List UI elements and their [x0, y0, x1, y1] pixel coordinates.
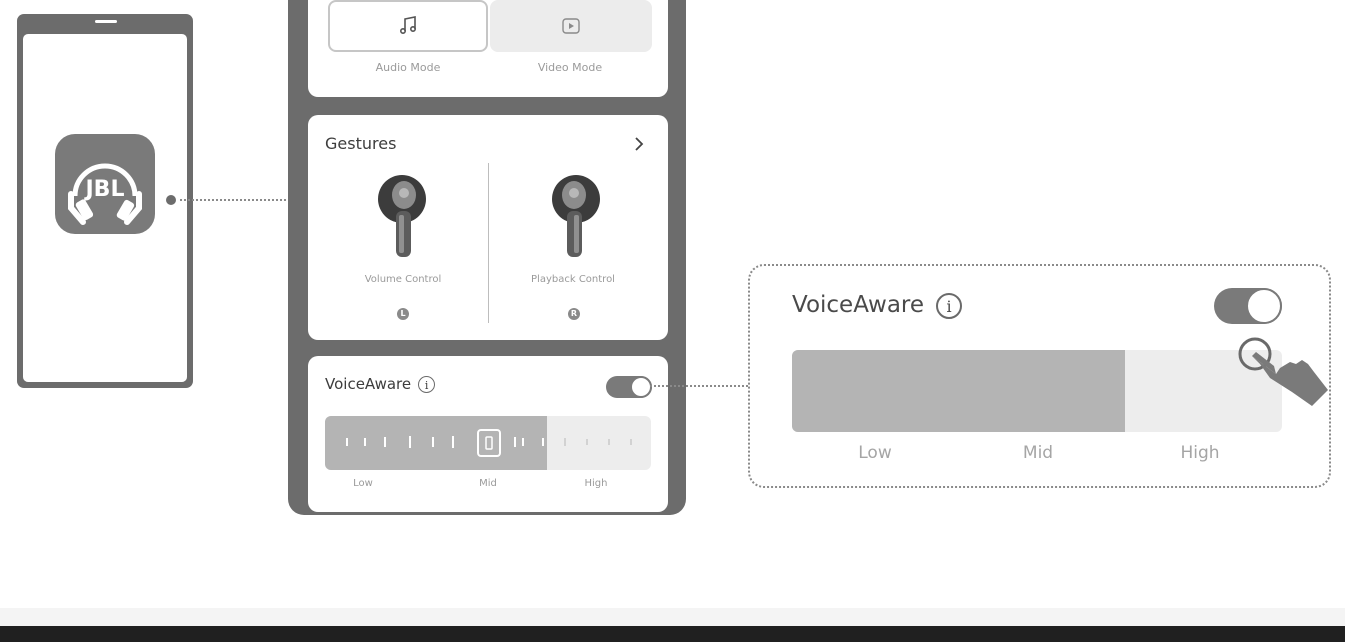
left-side-badge: L: [397, 308, 409, 320]
callout-level-mid: Mid: [1022, 443, 1054, 463]
callout-title-row: VoiceAware i: [792, 292, 963, 319]
voiceaware-title: VoiceAware: [325, 375, 412, 393]
callout-level-high: High: [1180, 443, 1220, 463]
callout-toggle[interactable]: [1214, 288, 1282, 324]
voiceaware-title-row: VoiceAware i: [325, 375, 436, 393]
callout-slider-fill: [792, 350, 1126, 432]
level-low-label: Low: [353, 478, 373, 489]
right-side-badge: R: [568, 308, 580, 320]
playback-control-label: Playback Control: [531, 274, 615, 285]
earbud-left-icon: [378, 175, 426, 257]
toggle-knob: [630, 376, 652, 398]
voiceaware-slider[interactable]: [325, 416, 651, 470]
voiceaware-toggle[interactable]: [606, 376, 652, 398]
connector-line-right: [650, 385, 748, 387]
phone-device-center: Audio Mode Video Mode Gestures Volume Co…: [288, 0, 686, 515]
jbl-logo-text: JBL: [84, 177, 125, 202]
music-note-icon: [400, 16, 417, 35]
callout-toggle-knob: [1246, 288, 1282, 324]
gestures-card[interactable]: Gestures Volume Control Playback Control…: [308, 115, 668, 340]
jbl-app-icon[interactable]: JBL: [55, 134, 155, 234]
audio-mode-button[interactable]: [328, 0, 488, 52]
connector-node-left: [166, 195, 176, 205]
sound-mode-card: Audio Mode Video Mode: [308, 0, 668, 97]
earbud-right-icon: [552, 175, 600, 257]
callout-level-low: Low: [858, 443, 892, 463]
audio-mode-label: Audio Mode: [375, 61, 441, 74]
footer-bar: [0, 626, 1345, 642]
video-mode-button[interactable]: [490, 0, 652, 52]
callout-info-icon[interactable]: i: [936, 292, 963, 319]
footer-strip: [0, 608, 1345, 626]
chevron-right-icon[interactable]: [633, 136, 645, 152]
hand-tap-icon: [1238, 337, 1328, 406]
jbl-headphones-logo: JBL: [68, 163, 142, 225]
gestures-divider: [488, 163, 489, 323]
slider-ticks: [346, 429, 632, 457]
info-icon[interactable]: i: [418, 376, 436, 393]
volume-control-label: Volume Control: [364, 274, 442, 285]
callout-slider[interactable]: [792, 350, 1282, 432]
voiceaware-card: VoiceAware i Low Mid High: [308, 356, 668, 512]
video-mode-label: Video Mode: [537, 61, 603, 74]
gestures-title: Gestures: [325, 134, 397, 153]
voiceaware-callout: VoiceAware i Low Mid High: [748, 264, 1331, 488]
level-mid-label: Mid: [479, 478, 497, 489]
connector-line-left: [180, 199, 286, 201]
callout-title: VoiceAware: [792, 292, 925, 318]
video-play-icon: [562, 18, 580, 34]
phone-speaker: [95, 20, 117, 23]
level-high-label: High: [584, 478, 608, 489]
